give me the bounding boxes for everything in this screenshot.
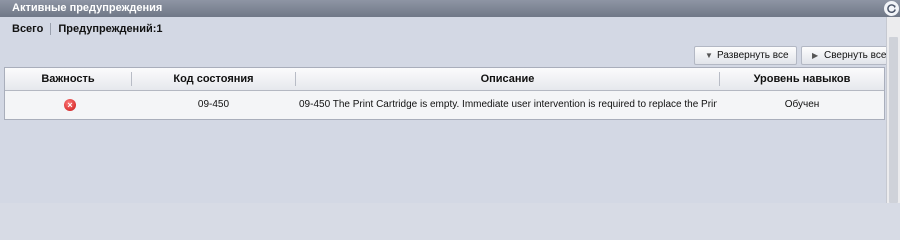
header-description[interactable]: Описание bbox=[296, 68, 719, 90]
window-titlebar: Активные предупреждения bbox=[0, 0, 900, 17]
collapse-all-label: Свернуть все bbox=[824, 50, 887, 61]
vertical-scrollbar[interactable] bbox=[886, 17, 900, 203]
error-icon: × bbox=[64, 99, 76, 111]
header-severity[interactable]: Важность bbox=[5, 68, 131, 90]
warnings-count[interactable]: Предупреждений:1 bbox=[58, 23, 162, 35]
expand-all-label: Развернуть все bbox=[717, 50, 789, 61]
table-header: Важность Код состояния Описание Уровень … bbox=[5, 68, 884, 91]
divider bbox=[50, 23, 52, 35]
header-status-code[interactable]: Код состояния bbox=[132, 68, 295, 90]
table-row[interactable]: × 09-450 09-450 The Print Cartridge is e… bbox=[5, 91, 884, 119]
expand-all-button[interactable]: ▼ Развернуть все bbox=[694, 46, 797, 65]
scrollbar-thumb[interactable] bbox=[889, 37, 898, 203]
window-title: Активные предупреждения bbox=[12, 2, 163, 14]
collapse-all-button[interactable]: ▶ Свернуть все bbox=[801, 46, 889, 65]
alerts-panel: Всего Предупреждений:1 ▼ Развернуть все ▶… bbox=[0, 17, 889, 203]
cell-skill-level: Обучен bbox=[784, 99, 820, 110]
triangle-down-icon: ▼ bbox=[705, 51, 713, 60]
header-skill-level[interactable]: Уровень навыков bbox=[720, 68, 884, 90]
summary-bar: Всего Предупреждений:1 bbox=[12, 23, 163, 35]
filter-all[interactable]: Всего bbox=[12, 23, 43, 35]
refresh-icon[interactable] bbox=[884, 1, 899, 16]
cell-description: 09-450 The Print Cartridge is empty. Imm… bbox=[299, 99, 717, 110]
triangle-right-icon: ▶ bbox=[812, 51, 819, 60]
cell-status-code: 09-450 bbox=[197, 99, 230, 110]
alerts-table: Важность Код состояния Описание Уровень … bbox=[4, 67, 885, 120]
